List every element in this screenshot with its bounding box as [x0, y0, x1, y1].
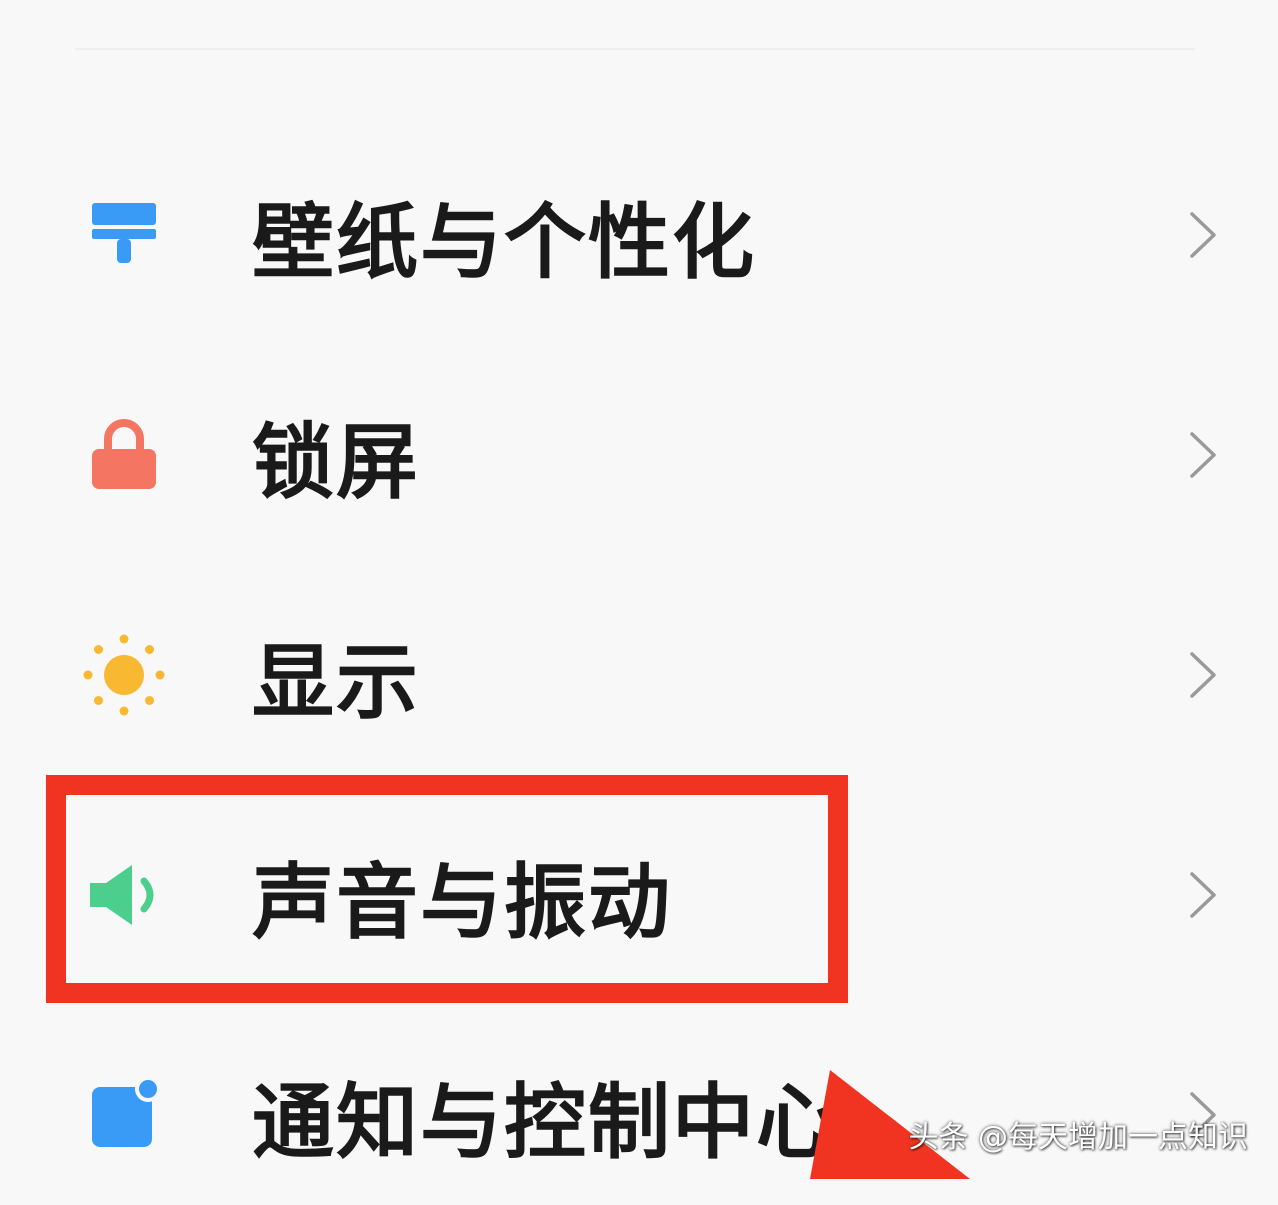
- paint-brush-icon: [82, 193, 166, 277]
- settings-item-sound-vibration[interactable]: 声音与振动: [0, 805, 1278, 985]
- settings-item-label: 显示: [252, 635, 421, 731]
- speaker-icon: [82, 853, 166, 937]
- settings-item-wallpaper[interactable]: 壁纸与个性化: [0, 145, 1278, 325]
- chevron-right-icon: [1186, 870, 1220, 920]
- lock-icon: [82, 413, 166, 497]
- chevron-right-icon: [1186, 210, 1220, 260]
- top-divider: [75, 48, 1195, 50]
- settings-item-label: 壁纸与个性化: [252, 195, 757, 291]
- watermark: 头条 @每天增加一点知识: [908, 1120, 1248, 1155]
- settings-item-label: 通知与控制中心: [252, 1075, 841, 1171]
- settings-item-lock-screen[interactable]: 锁屏: [0, 365, 1278, 545]
- settings-item-label: 锁屏: [252, 415, 421, 511]
- sun-icon: [82, 633, 166, 717]
- chevron-right-icon: [1186, 650, 1220, 700]
- chevron-right-icon: [1186, 430, 1220, 480]
- settings-item-label: 声音与振动: [252, 855, 673, 951]
- settings-item-display[interactable]: 显示: [0, 585, 1278, 765]
- notification-icon: [82, 1073, 166, 1157]
